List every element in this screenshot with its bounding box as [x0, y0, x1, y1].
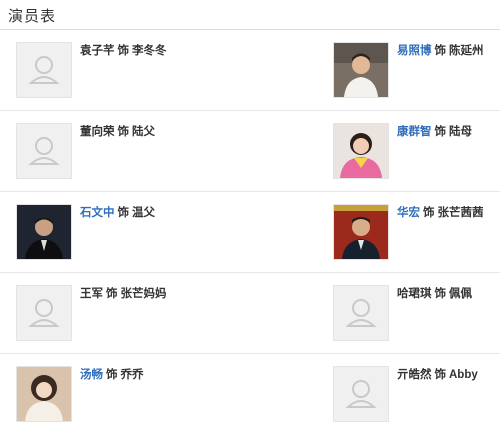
as-label: 饰: [117, 207, 130, 219]
cast-row: 董向荣饰陆父 康群智饰陆母: [0, 111, 500, 192]
as-label: 饰: [117, 45, 130, 57]
as-label: 饰: [423, 207, 435, 219]
avatar-placeholder-icon: [16, 42, 72, 98]
cast-info: 石文中饰温父: [80, 205, 155, 221]
cast-row: 袁子芊饰李冬冬 易照博饰陈延州: [0, 30, 500, 111]
actor-name-link[interactable]: 石文中: [80, 207, 115, 219]
cast-row: 石文中饰温父 华宏饰张芒茜茜: [0, 192, 500, 273]
actor-photo[interactable]: [333, 123, 389, 179]
cast-section-title: 演员表: [8, 8, 57, 25]
cast-info: 汤畅饰乔乔: [80, 367, 144, 383]
role-name: 佩佩: [449, 288, 472, 300]
actor-photo[interactable]: [16, 366, 72, 422]
actor-photo[interactable]: [16, 204, 72, 260]
cast-list: 袁子芊饰李冬冬 易照博饰陈延州 董向荣饰陆父 康群智 饰 陆母 石文中 饰 温父…: [0, 30, 500, 434]
cast-info: 康群智饰陆母: [397, 124, 472, 140]
as-label: 饰: [106, 288, 118, 300]
avatar-placeholder-icon: [16, 285, 72, 341]
cast-info: 易照博饰陈延州: [397, 43, 484, 59]
cast-info: 王军饰张芒妈妈: [80, 286, 167, 302]
actor-name: 王军: [80, 288, 103, 300]
as-label: 饰: [434, 288, 447, 300]
cast-row: 汤畅饰乔乔 亓皓然饰 Abby: [0, 354, 500, 434]
actor-name: 亓皓然: [397, 369, 432, 381]
role-name: 陆父: [132, 126, 155, 138]
avatar-placeholder-icon: [16, 123, 72, 179]
as-label: 饰: [434, 45, 447, 57]
actor-name-link[interactable]: 康群智: [397, 126, 432, 138]
as-label: 饰: [117, 126, 130, 138]
actor-name: 哈珺琪: [397, 288, 432, 300]
actor-name-link[interactable]: 华宏: [397, 207, 420, 219]
actor-name-link[interactable]: 易照博: [397, 45, 432, 57]
actor-photo[interactable]: [333, 204, 389, 260]
cast-info: 华宏饰张芒茜茜: [397, 205, 484, 221]
actor-photo[interactable]: [333, 42, 389, 98]
as-label: 饰: [434, 369, 447, 381]
role-name: 张芒茜茜: [437, 207, 484, 219]
as-label: 饰: [434, 126, 447, 138]
actor-name-link[interactable]: 汤畅: [80, 369, 103, 381]
role-name: 李冬冬: [132, 45, 167, 57]
role-name: 陆母: [449, 126, 472, 138]
as-label: 饰: [106, 369, 118, 381]
avatar-placeholder-icon: [333, 366, 389, 422]
cast-info: 董向荣饰陆父: [80, 124, 155, 140]
cast-row: 王军饰张芒妈妈 哈珺琪饰佩佩: [0, 273, 500, 354]
role-name: 陈延州: [449, 45, 484, 57]
cast-info: 哈珺琪饰佩佩: [397, 286, 472, 302]
role-name: 温父: [132, 207, 155, 219]
role-name: 乔乔: [120, 369, 144, 381]
role-name: Abby: [449, 369, 478, 381]
cast-info: 亓皓然饰 Abby: [397, 367, 478, 383]
actor-name: 董向荣: [80, 126, 115, 138]
actor-name: 袁子芊: [80, 45, 115, 57]
role-name: 张芒妈妈: [120, 288, 167, 300]
cast-info: 袁子芊饰李冬冬: [80, 43, 167, 59]
avatar-placeholder-icon: [333, 285, 389, 341]
